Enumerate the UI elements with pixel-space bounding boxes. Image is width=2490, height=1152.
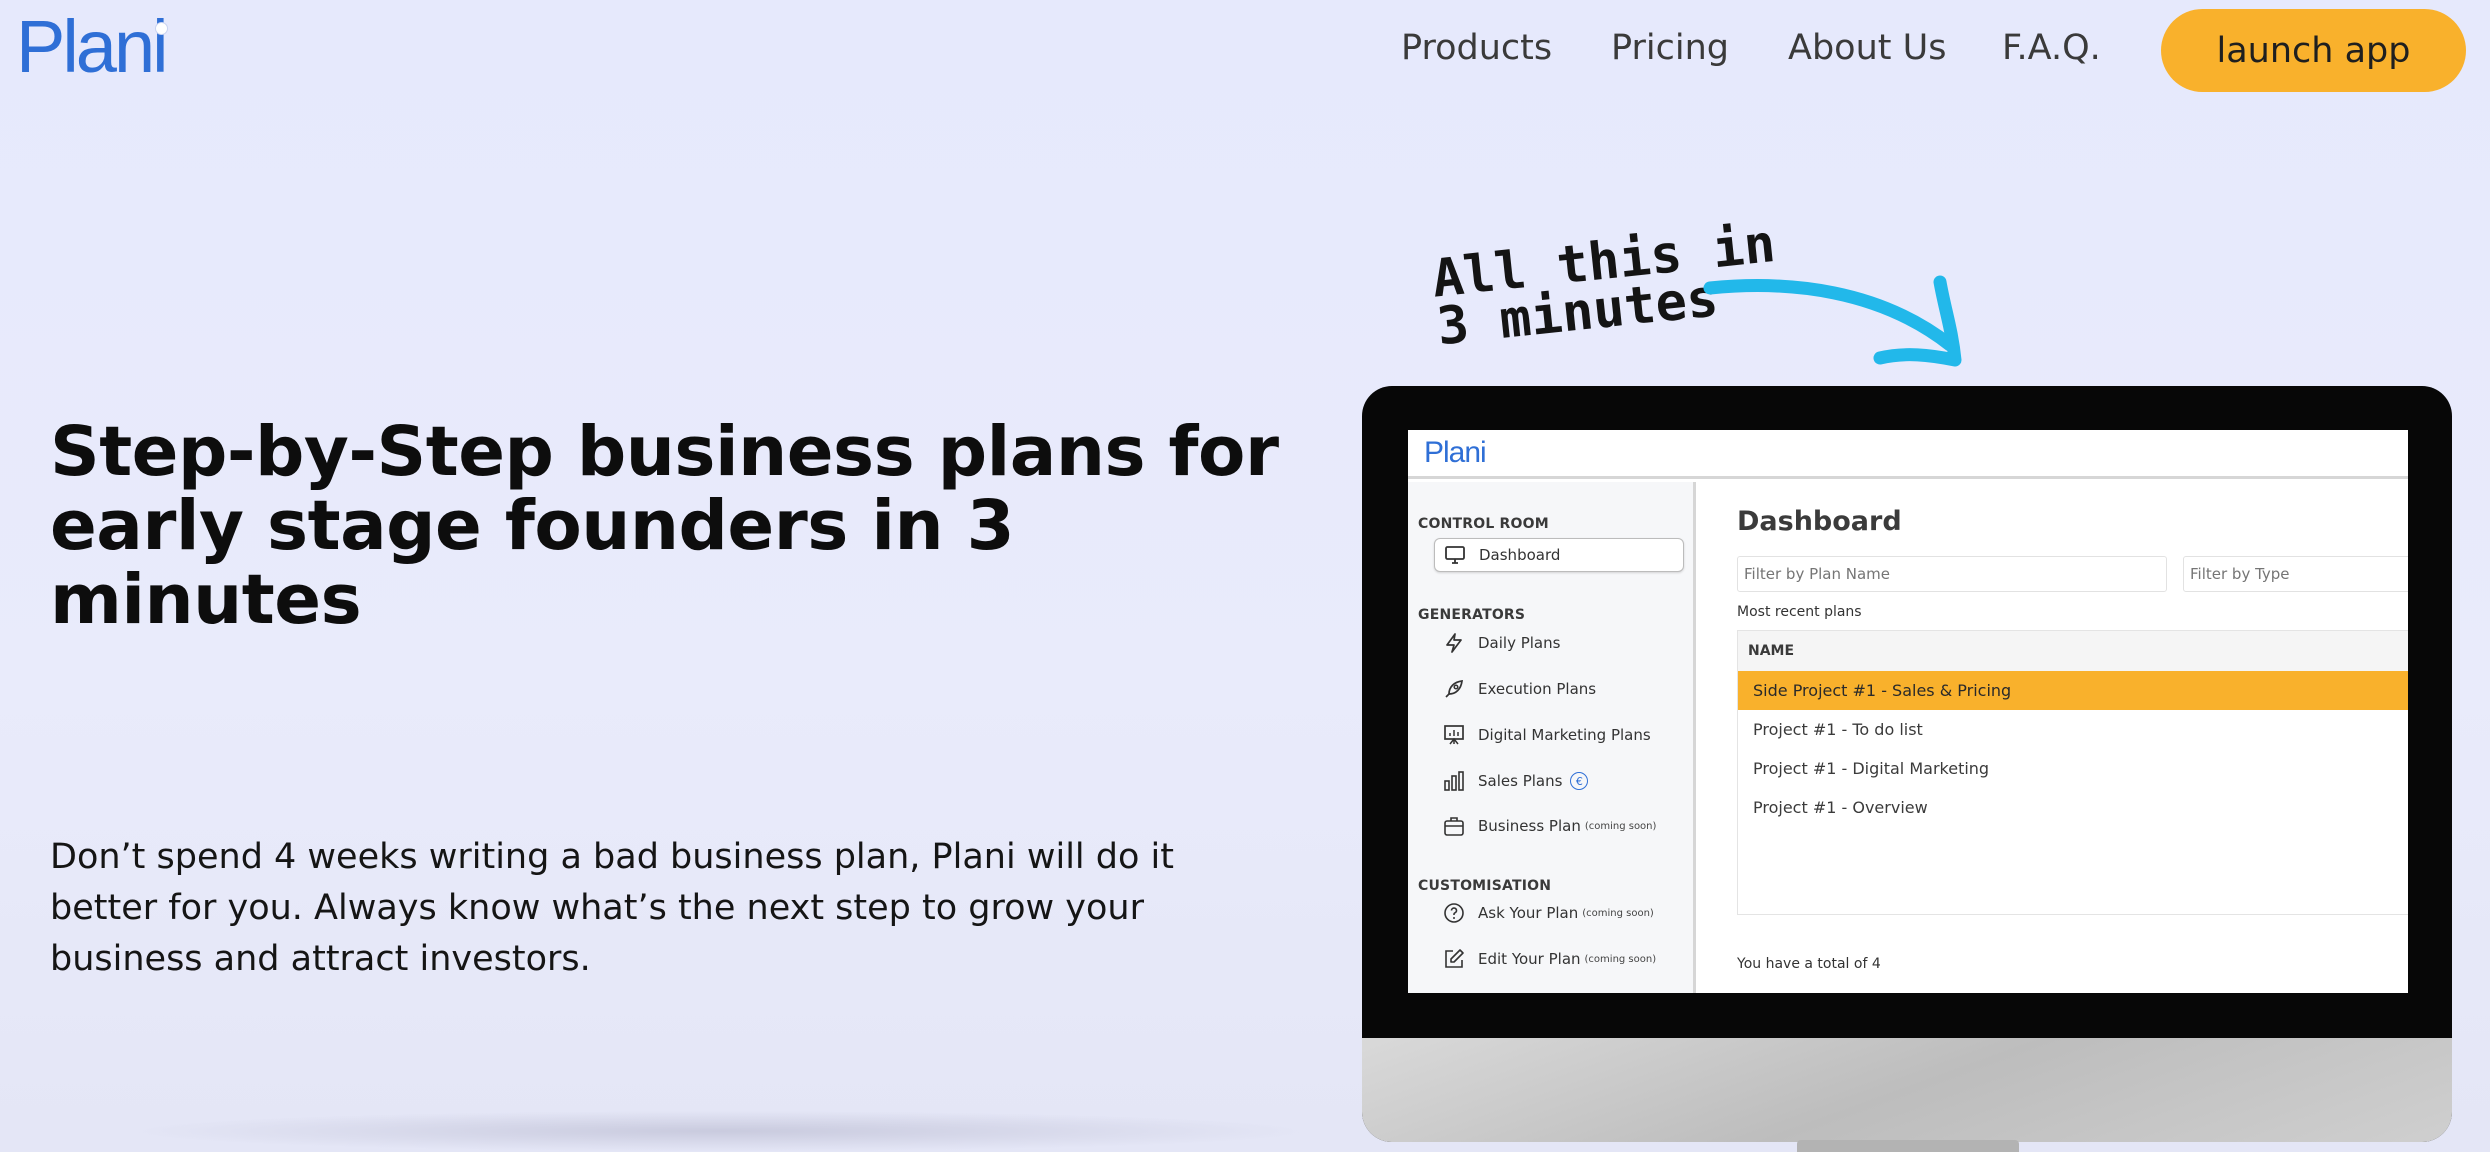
table-row[interactable]: Project #1 - Digital Marketing xyxy=(1738,749,2408,788)
nav-products[interactable]: Products xyxy=(1401,28,1552,68)
sidebar-item-label: Ask Your Plan xyxy=(1478,904,1579,922)
hero-title: Step-by-Step business plans for early st… xyxy=(50,412,1279,640)
nav-about-us[interactable]: About Us xyxy=(1788,28,1946,68)
question-icon xyxy=(1442,901,1466,925)
sidebar-item-label: Execution Plans xyxy=(1478,680,1597,698)
sidebar-item-label: Edit Your Plan xyxy=(1478,950,1581,968)
sidebar-item-execution-plans[interactable]: Execution Plans xyxy=(1434,672,1684,706)
table-row[interactable]: Side Project #1 - Sales & Pricing xyxy=(1738,671,2408,710)
sidebar-item-ask-your-plan[interactable]: Ask Your Plan (coming soon) xyxy=(1434,896,1684,930)
app-topbar: Plani xyxy=(1408,430,2408,479)
bar-chart-icon xyxy=(1442,769,1466,793)
section-customisation: CUSTOMISATION xyxy=(1418,878,1552,894)
euro-badge-icon: € xyxy=(1570,772,1589,790)
launch-app-button[interactable]: launch app xyxy=(2161,9,2466,92)
table-header-name: NAME xyxy=(1738,631,2408,671)
filter-type-input[interactable] xyxy=(2183,556,2408,592)
briefcase-icon xyxy=(1442,814,1466,838)
logo-text: Plani xyxy=(16,5,169,88)
sidebar-item-label: Dashboard xyxy=(1479,546,1561,564)
rocket-icon xyxy=(1442,677,1466,701)
recent-plans-label: Most recent plans xyxy=(1737,604,1862,620)
presentation-icon xyxy=(1442,723,1466,747)
edit-icon xyxy=(1442,947,1466,971)
monitor-mockup: Plani CONTROL ROOM Dashboard GENERATORS … xyxy=(1362,386,2452,1142)
app-sidebar: CONTROL ROOM Dashboard GENERATORS Daily … xyxy=(1408,482,1696,993)
lightning-icon xyxy=(1442,631,1466,655)
coming-soon-note: (coming soon) xyxy=(1584,953,1657,965)
table-row[interactable]: Project #1 - To do list xyxy=(1738,710,2408,749)
sidebar-item-label: Digital Marketing Plans xyxy=(1478,726,1651,744)
app-preview-screen: Plani CONTROL ROOM Dashboard GENERATORS … xyxy=(1408,430,2408,993)
sidebar-item-dashboard[interactable]: Dashboard xyxy=(1434,538,1684,572)
monitor-stand xyxy=(1797,1140,2019,1152)
sidebar-item-label: Daily Plans xyxy=(1478,634,1561,652)
plani-logo[interactable]: Plani xyxy=(16,10,169,84)
dashboard-title: Dashboard xyxy=(1737,506,1902,537)
monitor-chin xyxy=(1362,1038,2452,1142)
sidebar-item-business-plan[interactable]: Business Plan (coming soon) xyxy=(1434,809,1684,843)
sidebar-item-label: Sales Plans xyxy=(1478,772,1563,790)
curved-arrow-icon xyxy=(1703,275,1962,367)
hero-subtitle: Don’t spend 4 weeks writing a bad busine… xyxy=(50,837,1174,979)
sidebar-item-daily-plans[interactable]: Daily Plans xyxy=(1434,626,1684,660)
coming-soon-note: (coming soon) xyxy=(1584,820,1657,832)
sidebar-item-sales-plans[interactable]: Sales Plans € xyxy=(1434,764,1684,798)
section-generators: GENERATORS xyxy=(1418,607,1526,623)
monitor-icon xyxy=(1443,543,1467,567)
sidebar-item-edit-your-plan[interactable]: Edit Your Plan (coming soon) xyxy=(1434,942,1684,976)
app-main: Dashboard Most recent plans NAME Side Pr… xyxy=(1699,482,2408,993)
sidebar-item-digital-marketing-plans[interactable]: Digital Marketing Plans xyxy=(1434,718,1684,752)
logo-dot xyxy=(154,22,168,35)
plans-total-label: You have a total of 4 xyxy=(1737,956,1881,972)
app-logo[interactable]: Plani xyxy=(1424,436,1487,470)
floor-shadow xyxy=(120,1110,1320,1152)
sidebar-item-label: Business Plan xyxy=(1478,817,1581,835)
table-row[interactable]: Project #1 - Overview xyxy=(1738,788,2408,827)
plans-table: NAME Side Project #1 - Sales & Pricing P… xyxy=(1737,630,2408,915)
nav-pricing[interactable]: Pricing xyxy=(1611,28,1729,68)
filter-plan-name-input[interactable] xyxy=(1737,556,2167,592)
section-control-room: CONTROL ROOM xyxy=(1418,516,1549,532)
coming-soon-note: (coming soon) xyxy=(1582,907,1654,919)
nav-faq[interactable]: F.A.Q. xyxy=(2002,28,2101,68)
